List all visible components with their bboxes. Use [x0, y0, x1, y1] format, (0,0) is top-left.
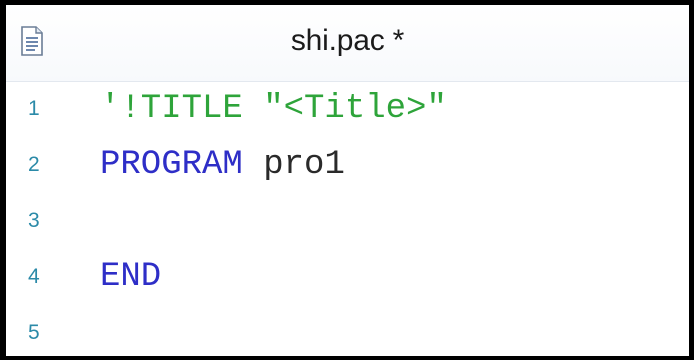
title-bar: shi.pac * [6, 5, 689, 82]
line-number: 3 [28, 209, 40, 232]
code-editor[interactable]: 1 '!TITLE "<Title>" 2 PROGRAM pro1 3 4 E… [6, 81, 689, 356]
identifier-token: pro1 [242, 146, 345, 184]
line-text[interactable]: PROGRAM pro1 [100, 137, 345, 193]
code-line[interactable]: 2 PROGRAM pro1 [6, 137, 689, 193]
keyword-token: PROGRAM [100, 146, 243, 184]
line-text[interactable]: END [100, 249, 161, 305]
line-number: 5 [28, 321, 40, 344]
code-line[interactable]: 3 [6, 193, 689, 249]
comment-token: '!TITLE "<Title>" [100, 90, 447, 128]
line-number: 4 [28, 265, 40, 288]
code-line[interactable]: 5 [6, 305, 689, 361]
keyword-token: END [100, 258, 162, 296]
editor-window: shi.pac * 1 '!TITLE "<Title>" 2 PROGRAM … [0, 0, 694, 360]
line-text[interactable]: '!TITLE "<Title>" [100, 81, 447, 137]
window-title: shi.pac * [290, 24, 405, 57]
line-number: 1 [28, 97, 40, 120]
code-line[interactable]: 4 END [6, 249, 689, 305]
code-line[interactable]: 1 '!TITLE "<Title>" [6, 81, 689, 137]
line-number: 2 [28, 153, 40, 176]
